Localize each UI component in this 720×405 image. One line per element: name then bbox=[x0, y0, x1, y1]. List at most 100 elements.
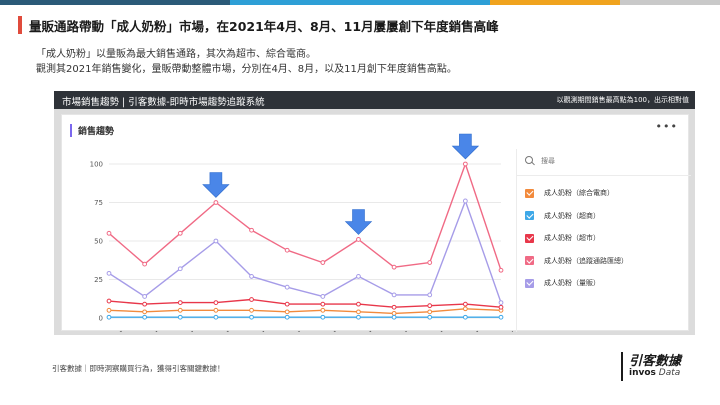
data-point bbox=[142, 261, 148, 267]
data-point bbox=[142, 301, 148, 307]
panel-header: 市場銷售趨勢 | 引客數據-即時市場趨勢追蹤系統 以觀測期間銷售最高點為100，… bbox=[54, 91, 695, 109]
data-point bbox=[213, 238, 219, 244]
data-point bbox=[427, 292, 433, 298]
logo-english-italic: Data bbox=[658, 368, 681, 378]
heading-text: 量販通路帶動「成人奶粉」市場，在2021年4月、8月、11月屢屢創下年度銷售高峰 bbox=[29, 18, 499, 34]
legend-label: 成人奶粉（綜合電商） bbox=[544, 189, 614, 197]
legend-item[interactable]: 成人奶粉（量販） bbox=[525, 277, 600, 289]
peak-arrow-icon bbox=[202, 172, 230, 198]
top-bar-segment bbox=[230, 0, 490, 5]
logo-chinese: 引客數據 bbox=[629, 354, 682, 369]
data-point bbox=[391, 292, 397, 298]
data-point bbox=[427, 260, 433, 265]
legend-item[interactable]: 成人奶粉（追蹤通路匯總） bbox=[525, 255, 628, 267]
data-point bbox=[106, 298, 112, 304]
slide-heading: 量販通路帶動「成人奶粉」市場，在2021年4月、8月、11月屢屢創下年度銷售高峰 bbox=[18, 14, 499, 36]
data-point bbox=[356, 301, 361, 307]
data-point bbox=[106, 307, 112, 313]
search-input[interactable] bbox=[541, 157, 661, 165]
y-tick-label: 75 bbox=[94, 199, 103, 207]
x-tick-label: 2021-01-01 bbox=[90, 329, 126, 332]
data-point bbox=[427, 314, 433, 320]
data-point bbox=[249, 307, 254, 313]
invos-logo: 引客數據 invos Data bbox=[621, 350, 699, 382]
checkbox-icon[interactable] bbox=[525, 188, 534, 198]
dashboard-panel: 市場銷售趨勢 | 引客數據-即時市場趨勢追蹤系統 以觀測期間銷售最高點為100，… bbox=[54, 91, 695, 335]
logo-english-bold: invos bbox=[629, 368, 656, 378]
data-point bbox=[427, 303, 433, 309]
data-point bbox=[284, 314, 290, 320]
data-point bbox=[391, 264, 397, 270]
data-point bbox=[249, 297, 254, 302]
series-line bbox=[108, 200, 502, 303]
data-point bbox=[498, 304, 504, 310]
data-point bbox=[213, 314, 219, 320]
data-point bbox=[356, 237, 361, 242]
series-line bbox=[108, 298, 502, 308]
search-divider bbox=[517, 175, 691, 176]
data-point bbox=[284, 309, 290, 315]
sales-trend-card: 銷售趨勢 ••• 02550751002021-01-012021-02-012… bbox=[61, 114, 691, 332]
top-bar-segment bbox=[0, 0, 230, 5]
more-options-icon[interactable]: ••• bbox=[656, 120, 678, 133]
y-tick-label: 25 bbox=[94, 276, 103, 284]
x-tick-label: 2021-12-01 bbox=[482, 329, 513, 332]
logo-stroke bbox=[621, 352, 623, 381]
checkbox-icon[interactable] bbox=[525, 256, 534, 265]
legend-label: 成人奶粉（超商） bbox=[544, 211, 600, 220]
data-point bbox=[106, 270, 112, 276]
series-line bbox=[108, 308, 502, 315]
top-bar-segment bbox=[620, 0, 720, 5]
data-point bbox=[106, 314, 112, 320]
data-point bbox=[391, 310, 397, 316]
panel-note: 以觀測期間銷售最高點為100，出示相對值 bbox=[556, 96, 689, 104]
x-tick-label: 2021-09-01 bbox=[375, 329, 411, 332]
sales-trend-chart: 0 25 50 75 100 2021-01-012021-02-012021-03-01… bbox=[90, 133, 513, 332]
legend-item[interactable]: 成人奶粉（超商） bbox=[525, 210, 600, 222]
data-point bbox=[177, 230, 183, 236]
x-tick-label: 2021-04-01 bbox=[197, 329, 233, 332]
data-point bbox=[142, 309, 148, 315]
data-point bbox=[427, 309, 433, 315]
data-point bbox=[213, 307, 219, 313]
data-point bbox=[106, 230, 112, 236]
legend-item[interactable]: 成人奶粉（超市） bbox=[525, 232, 600, 244]
panel-title: 市場銷售趨勢 | 引客數據-即時市場趨勢追蹤系統 bbox=[62, 97, 265, 108]
data-point bbox=[177, 266, 183, 272]
x-tick-label: 2021-07-01 bbox=[304, 329, 340, 332]
data-point bbox=[249, 274, 254, 279]
data-point bbox=[462, 314, 468, 320]
data-point bbox=[462, 161, 468, 167]
heading-accent bbox=[18, 16, 22, 34]
legend-label: 成人奶粉（超市） bbox=[544, 234, 600, 242]
x-tick-label: 2021-05-01 bbox=[232, 329, 268, 332]
data-point bbox=[498, 267, 504, 273]
search-icon bbox=[525, 156, 535, 166]
legend-search[interactable] bbox=[525, 154, 661, 168]
data-point bbox=[462, 301, 468, 307]
legend-item[interactable]: 成人奶粉（綜合電商） bbox=[525, 187, 614, 199]
series-line bbox=[108, 163, 502, 271]
top-color-bar bbox=[0, 0, 720, 5]
data-point bbox=[249, 227, 254, 233]
data-point bbox=[320, 294, 326, 299]
x-tick-label: 2021-08-01 bbox=[339, 329, 375, 332]
data-point bbox=[284, 284, 290, 290]
legend-label: 成人奶粉（量販） bbox=[544, 279, 600, 287]
data-point bbox=[356, 274, 361, 279]
data-point bbox=[284, 301, 290, 307]
x-tick-label: 2021-11-01 bbox=[446, 329, 482, 332]
y-tick-label: 0 bbox=[99, 315, 103, 323]
data-point bbox=[142, 314, 148, 320]
data-point bbox=[391, 314, 397, 320]
checkbox-icon[interactable] bbox=[525, 211, 534, 220]
data-point bbox=[498, 314, 504, 320]
footer-tagline: 引客數據｜即時洞察購買行為，獲得引客關鍵數據！ bbox=[52, 364, 225, 373]
data-point bbox=[391, 304, 397, 310]
data-point bbox=[177, 307, 183, 313]
x-tick-label: 2021-10-01 bbox=[411, 329, 447, 332]
data-point bbox=[320, 314, 326, 320]
data-point bbox=[462, 306, 468, 312]
checkbox-icon[interactable] bbox=[525, 233, 534, 243]
checkbox-icon[interactable] bbox=[525, 278, 534, 288]
